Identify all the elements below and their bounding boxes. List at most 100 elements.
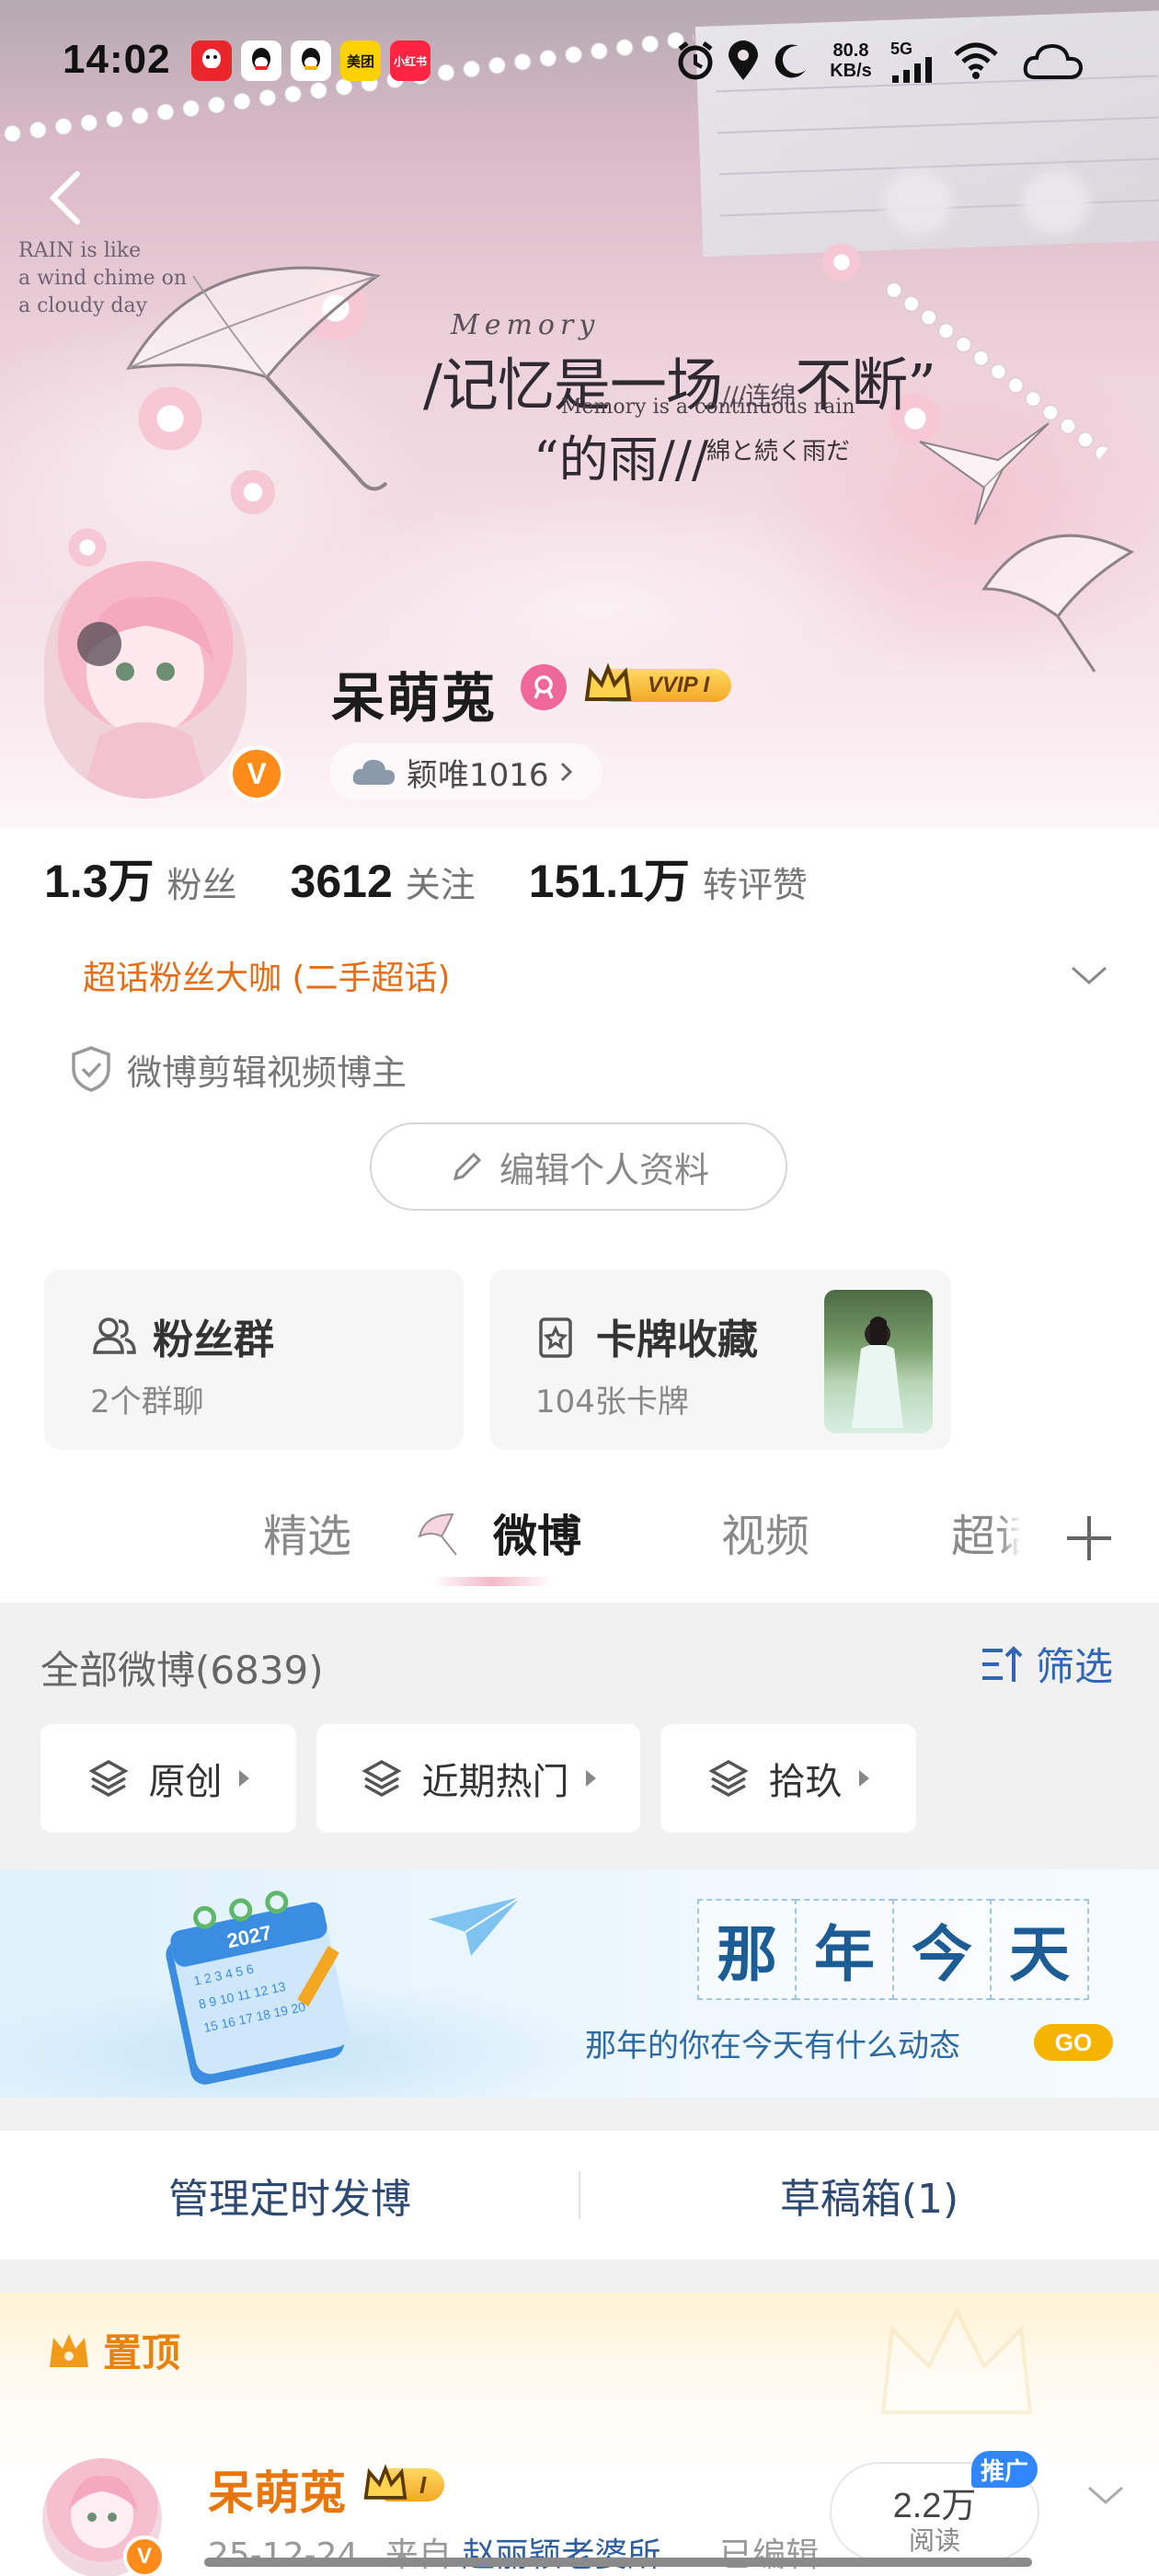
promo-badge[interactable]: 推广	[971, 2451, 1039, 2488]
read-label: 阅读	[908, 2525, 960, 2556]
location-icon	[725, 37, 762, 85]
banner-quote-english: Memory is a continuous rain	[561, 396, 855, 419]
layers-icon	[361, 1759, 402, 1798]
post-vip-badge[interactable]: I	[362, 2462, 445, 2508]
chevron-right-icon	[560, 762, 572, 782]
do-not-disturb-moon-icon	[771, 37, 811, 85]
profile-stats: 1.3万 粉丝 3612 关注 151.1万 转评赞	[44, 845, 861, 907]
more-button-placeholder[interactable]	[883, 170, 952, 235]
status-time: 14:02	[63, 37, 171, 82]
anniversary-banner[interactable]: 2027 1 2 3 4 5 6 8 9 10 11 12 13 15 16 1…	[0, 1869, 1159, 2098]
ip-location-text: 颖唯1016	[407, 756, 549, 794]
post-author-name[interactable]: 呆萌莵	[208, 2456, 346, 2523]
filter-chip-shijiu-label: 拾玖	[768, 1761, 843, 1803]
status-bar: 14:02 美团 小红书 80.8 KB/s 5G	[0, 0, 1159, 129]
wifi-icon	[951, 37, 1001, 85]
likes-count[interactable]: 151.1万	[529, 845, 690, 911]
following-count[interactable]: 3612	[291, 855, 393, 908]
filter-chip-original[interactable]: 原创	[40, 1724, 296, 1833]
meituan-icon: 美团	[340, 40, 381, 81]
alarm-icon	[673, 37, 717, 85]
pencil-icon	[453, 1152, 482, 1181]
card-collection-card[interactable]: 卡牌收藏 104张卡牌	[489, 1270, 951, 1450]
group-users-icon	[93, 1317, 136, 1354]
profile-username: 呆萌莵	[331, 667, 498, 730]
profile-tabs: 精选 微博 视频 超话	[0, 1476, 1159, 1601]
banner-memory-script: Memory	[451, 309, 601, 341]
add-tab-button[interactable]	[1019, 1476, 1159, 1601]
filter-button[interactable]: 筛选	[979, 1636, 1113, 1692]
pinned-label: 置顶	[46, 2322, 180, 2378]
ip-location-pill[interactable]: 颖唯1016	[329, 743, 602, 800]
super-topic-title[interactable]: 超话粉丝大咖 (二手超话)	[83, 951, 451, 999]
edit-profile-button[interactable]: 编辑个人资料	[370, 1122, 787, 1211]
umbrella-tab-icon	[418, 1512, 457, 1556]
small-umbrella-illustration	[981, 534, 1135, 673]
paper-crane-illustration	[919, 422, 1050, 525]
following-label[interactable]: 关注	[406, 857, 476, 907]
manage-scheduled-posts-button[interactable]: 管理定时发博	[0, 2131, 580, 2260]
plus-icon	[1067, 1516, 1111, 1560]
pinned-post[interactable]: 置顶 V 呆萌莵 I 25-12-24 来自 赵丽颖老婆所... 已编辑 2.2…	[0, 2293, 1159, 2576]
layers-icon	[87, 1759, 129, 1798]
crown-icon	[584, 662, 632, 701]
qq-icon-2	[291, 40, 331, 81]
post-source-prefix: 来自	[384, 2536, 452, 2574]
certification-row: 微博剪辑视频博主	[70, 1041, 407, 1097]
signal-5g-icon: 5G	[890, 40, 946, 86]
tab-video[interactable]: 视频	[721, 1500, 809, 1564]
shield-icon	[72, 1046, 110, 1092]
anniversary-subtitle: 那年的你在今天有什么动态	[585, 2028, 960, 2064]
crown-icon	[363, 2464, 407, 2500]
cloud-status-icon	[1021, 37, 1085, 85]
paper-plane-icon	[429, 1896, 522, 1956]
manage-row: 管理定时发博 草稿箱(1)	[0, 2131, 1159, 2260]
calendar-illustration: 2027 1 2 3 4 5 6 8 9 10 11 12 13 15 16 1…	[166, 1891, 350, 2085]
home-indicator[interactable]	[204, 2558, 1032, 2567]
banner-quote-line2: “的雨///	[534, 431, 709, 489]
followers-count[interactable]: 1.3万	[44, 845, 155, 911]
crown-icon	[50, 2333, 88, 2367]
fan-group-subtitle: 2个群聊	[90, 1384, 204, 1420]
anniversary-title: 那 年 今 天	[697, 1899, 1089, 2000]
xiaohongshu-icon: 小红书	[390, 40, 430, 81]
go-button[interactable]: GO	[1034, 2024, 1113, 2061]
fan-level-icon[interactable]	[521, 664, 567, 710]
card-thumbnail-image	[824, 1290, 933, 1433]
crown-watermark-icon	[880, 2306, 1033, 2414]
chevron-down-icon[interactable]	[1069, 957, 1109, 994]
verified-badge-icon: V	[228, 745, 285, 802]
filter-chip-recent-hot[interactable]: 近期热门	[316, 1724, 640, 1833]
section-divider	[0, 2260, 1159, 2293]
filter-chip-recent-hot-label: 近期热门	[421, 1761, 569, 1803]
drafts-button[interactable]: 草稿箱(1)	[580, 2131, 1159, 2260]
chevron-down-icon[interactable]	[1085, 2477, 1126, 2513]
filter-chip-shijiu[interactable]: 拾玖	[660, 1724, 916, 1833]
back-button[interactable]	[37, 166, 92, 230]
post-date: 25-12-24	[208, 2536, 359, 2574]
tab-weibo[interactable]: 微博	[493, 1500, 581, 1564]
section-divider	[0, 2098, 1159, 2131]
avatar[interactable]	[44, 561, 247, 799]
fan-group-card[interactable]: 粉丝群 2个群聊	[44, 1270, 464, 1450]
network-speed: 80.8 KB/s	[830, 40, 872, 81]
qq-icon	[241, 40, 281, 81]
filter-label: 筛选	[1036, 1644, 1114, 1689]
post-source-link[interactable]: 赵丽颖老婆所...	[462, 2536, 692, 2574]
post-meta: 25-12-24 来自 赵丽颖老婆所... 已编辑	[208, 2528, 819, 2576]
tab-featured[interactable]: 精选	[263, 1500, 351, 1564]
tab-active-indicator	[432, 1577, 552, 1586]
back-arrow-icon	[49, 171, 80, 224]
card-star-icon	[539, 1317, 572, 1358]
likes-label[interactable]: 转评赞	[703, 857, 808, 907]
card-collection-subtitle: 104张卡牌	[535, 1384, 689, 1420]
vvip-badge[interactable]: VVIP I	[583, 662, 732, 708]
fan-group-title: 粉丝群	[153, 1317, 274, 1363]
share-button-placeholder[interactable]	[1021, 170, 1090, 235]
filter-sort-icon	[982, 1645, 1023, 1682]
followers-label[interactable]: 粉丝	[167, 857, 237, 907]
filter-chip-original-label: 原创	[148, 1761, 223, 1803]
edit-profile-label: 编辑个人资料	[499, 1149, 709, 1190]
banner-corner-text: RAIN is like a wind chime on a cloudy da…	[18, 239, 188, 317]
feed-filter-area: 全部微博(6839) 筛选 原创 近期热门 拾玖	[0, 1603, 1159, 1869]
